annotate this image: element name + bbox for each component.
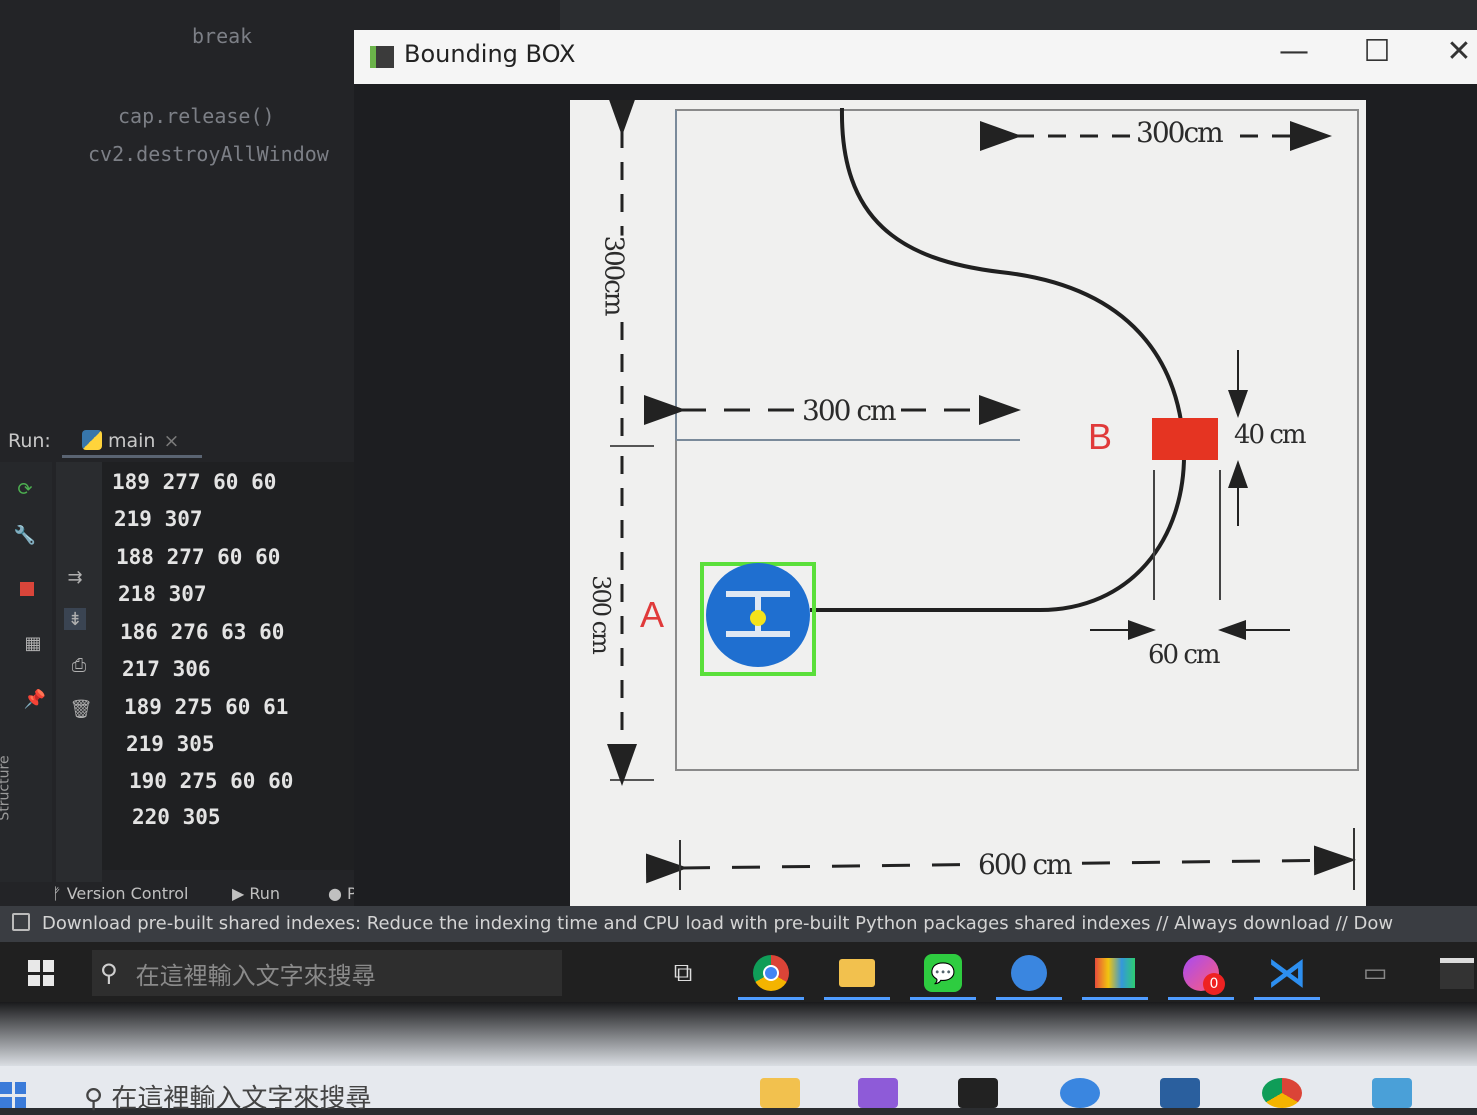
dim-label-300-lower-left: 300 cm [586, 575, 615, 653]
app-icon[interactable] [1160, 1078, 1200, 1108]
output-line: 219 305 [126, 732, 215, 756]
file-explorer-icon[interactable] [824, 950, 890, 1000]
output-line: 189 277 60 60 [112, 470, 277, 494]
run-tab-label: main [108, 430, 156, 452]
messenger-icon[interactable]: 0 [1168, 950, 1234, 1000]
dim-label-300-mid: 300 cm [796, 394, 901, 427]
track-diagram [607, 94, 1359, 890]
tab-run[interactable]: ▶ Run [232, 884, 280, 903]
search-placeholder: 在這裡輸入文字來搜尋 [135, 961, 376, 990]
search-icon: ⚲ [100, 959, 118, 987]
ide-status-bar: Download pre-built shared indexes: Reduc… [0, 906, 1477, 942]
dim-label-300-left: 300cm [598, 235, 629, 315]
layout-icon[interactable]: ▦ [22, 632, 44, 654]
app-icon [370, 46, 394, 68]
code-line: cap.release() [118, 104, 275, 128]
point-a-label: A [640, 594, 665, 635]
tab-label: Version Control [66, 884, 189, 903]
maps-icon[interactable] [996, 950, 1062, 1000]
output-line: 189 275 60 61 [124, 695, 289, 719]
maximize-button[interactable]: ☐ [1352, 34, 1402, 69]
track-path [810, 107, 1187, 612]
output-line: 190 275 60 60 [129, 769, 294, 793]
centroid-dot [750, 610, 766, 626]
search-placeholder: 在這裡輸入文字來搜尋 [111, 1084, 372, 1114]
tab-version-control[interactable]: ᚠ Version Control [52, 884, 188, 903]
python-icon [82, 430, 102, 450]
windows-taskbar: ⚲ 在這裡輸入文字來搜尋 ⧉ 💬 0 ⋊ ▭ [0, 942, 1477, 1002]
video-frame: 300cm 300cm 300 cm 300 cm 40 cm 60 cm 60… [570, 94, 1366, 912]
vscode-icon[interactable]: ⋊ [1254, 950, 1320, 1000]
app-icon[interactable] [1372, 1078, 1412, 1108]
tab-label: Run [249, 884, 281, 903]
close-icon[interactable]: × [163, 430, 179, 452]
point-b-marker [1152, 418, 1218, 460]
minimize-button[interactable]: — [1269, 34, 1319, 69]
intellij-icon[interactable] [958, 1078, 998, 1108]
run-tab-main[interactable]: main × [62, 420, 202, 458]
wrench-icon[interactable]: 🔧 [14, 524, 36, 546]
rerun-icon[interactable]: ⟳ [14, 478, 36, 500]
edge-icon[interactable] [1060, 1078, 1100, 1108]
structure-side-tab[interactable]: Structure [0, 755, 13, 820]
output-line: 217 306 [122, 657, 211, 681]
chrome-icon[interactable] [738, 950, 804, 1000]
run-console-output[interactable]: 189 277 60 60 219 307 188 277 60 60 218 … [102, 462, 392, 870]
outer-windows-start-icon[interactable] [0, 1082, 26, 1108]
app-icon[interactable]: ▭ [1352, 950, 1398, 996]
code-line: cv2.destroyAllWindow [88, 142, 329, 166]
output-line: 188 277 60 60 [116, 545, 281, 569]
task-view-icon[interactable]: ⧉ [660, 950, 706, 996]
close-button[interactable]: ✕ [1434, 34, 1477, 69]
output-line: 219 307 [114, 507, 203, 531]
window-titlebar[interactable]: Bounding BOX — ☐ ✕ [354, 30, 1477, 84]
scroll-to-end-icon[interactable]: ⇟ [64, 608, 86, 630]
trash-icon[interactable]: 🗑 [70, 698, 93, 720]
search-icon: ⚲ [84, 1084, 112, 1114]
chrome-icon[interactable] [1262, 1078, 1302, 1108]
line-icon[interactable]: 💬 [910, 950, 976, 1000]
output-line: 218 307 [118, 582, 207, 606]
output-line: 186 276 63 60 [120, 620, 285, 644]
code-line: break [192, 24, 253, 48]
outer-search-input[interactable]: ⚲ 在這裡輸入文字來搜尋 [84, 1078, 371, 1115]
dim-label-600: 600 cm [970, 848, 1079, 881]
status-message[interactable]: Download pre-built shared indexes: Reduc… [42, 913, 1393, 934]
point-b-label: B [1088, 416, 1113, 457]
run-toolbar-right: ⇉ ⇟ ⎙ 🗑 [56, 462, 102, 882]
window-title: Bounding BOX [404, 40, 576, 68]
dim-label-40: 40 cm [1234, 420, 1307, 450]
windows-start-icon[interactable] [28, 960, 54, 986]
print-icon[interactable]: ⎙ [68, 654, 90, 676]
taskbar-search-input[interactable]: ⚲ 在這裡輸入文字來搜尋 [92, 950, 562, 996]
pin-icon[interactable]: 📌 [24, 688, 46, 710]
run-panel-header: Run: main × [0, 420, 380, 460]
visual-studio-icon[interactable] [858, 1078, 898, 1108]
stop-icon[interactable] [16, 578, 38, 600]
file-explorer-icon[interactable] [760, 1078, 800, 1108]
run-label: Run: [8, 430, 51, 452]
soft-wrap-icon[interactable]: ⇉ [64, 566, 86, 588]
terminal-icon[interactable] [1434, 950, 1477, 996]
output-line: 220 305 [132, 805, 221, 829]
photos-icon[interactable] [1082, 950, 1148, 1000]
notification-icon[interactable] [12, 913, 30, 931]
dim-label-300-top: 300cm [1130, 116, 1228, 149]
notification-badge: 0 [1203, 973, 1225, 995]
dim-label-60: 60 cm [1148, 640, 1221, 670]
